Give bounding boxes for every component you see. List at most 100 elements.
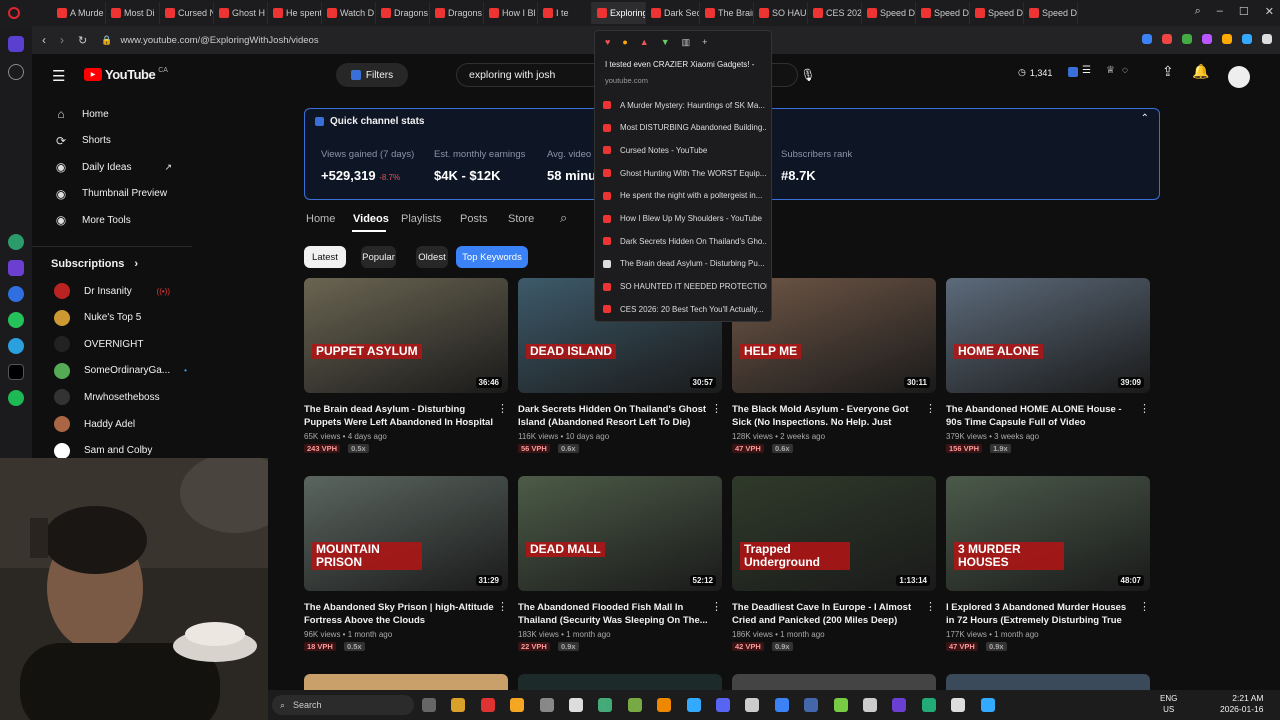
dropdown-tab-item[interactable]: A Murder Mystery: Hauntings of SK Ma... bbox=[603, 96, 767, 114]
dropdown-tab-item[interactable]: Most DISTURBING Abandoned Building... bbox=[603, 119, 767, 137]
tab-videos[interactable]: Videos bbox=[353, 213, 389, 225]
taskbar-app-icon[interactable] bbox=[627, 698, 642, 712]
taskbar-app-icon[interactable] bbox=[774, 698, 789, 712]
reload-icon[interactable]: ↻ bbox=[78, 34, 87, 47]
avatar[interactable] bbox=[1228, 66, 1250, 88]
close-window-icon[interactable]: ✕ bbox=[1265, 5, 1274, 18]
subscription-item[interactable]: Mrwhosetheboss bbox=[32, 384, 192, 410]
tool-icon[interactable] bbox=[1068, 67, 1078, 77]
more-options-icon[interactable]: ⋮ bbox=[1139, 402, 1150, 415]
taskbar-app-icon[interactable] bbox=[422, 698, 436, 712]
stat-counter[interactable]: ◷ 1,341 bbox=[1018, 67, 1052, 78]
more-options-icon[interactable]: ⋮ bbox=[711, 600, 722, 613]
extension-icon[interactable] bbox=[1182, 34, 1192, 44]
subscriptions-heading[interactable]: Subscriptions › bbox=[51, 258, 138, 270]
browser-tab[interactable]: Dragons bbox=[376, 2, 430, 24]
video-title[interactable]: The Deadliest Cave In Europe - I Almost … bbox=[732, 601, 936, 627]
video-card[interactable]: DEAD MALL 52:12 The Abandoned Flooded Fish… bbox=[518, 476, 722, 651]
taskbar-app-icon[interactable] bbox=[745, 698, 760, 712]
tab-playlists[interactable]: Playlists bbox=[401, 213, 441, 225]
taskbar-app-icon[interactable] bbox=[539, 698, 554, 712]
chat-icon[interactable]: ◌ bbox=[1122, 65, 1128, 76]
video-thumbnail[interactable]: MOUNTAIN PRISON 31:29 bbox=[304, 476, 508, 591]
sidebar-item-thumbnail-preview[interactable]: ◉ Thumbnail Preview bbox=[32, 181, 192, 207]
back-icon[interactable]: ‹ bbox=[42, 33, 46, 47]
chip-latest[interactable]: Latest bbox=[304, 246, 346, 268]
flame-icon[interactable]: ● bbox=[622, 37, 627, 48]
minimize-icon[interactable]: – bbox=[1217, 5, 1223, 18]
channel-search-icon[interactable]: ⌕ bbox=[560, 210, 567, 226]
url-field[interactable]: www.youtube.com/@ExploringWithJosh/video… bbox=[120, 35, 318, 46]
browser-tab[interactable]: CES 202 bbox=[808, 2, 862, 24]
taskbar-app-icon[interactable] bbox=[480, 698, 495, 712]
star-icon[interactable] bbox=[8, 64, 24, 80]
taskbar-app-icon[interactable] bbox=[833, 698, 848, 712]
taskbar-app-icon[interactable] bbox=[804, 698, 819, 712]
dropdown-tab-item[interactable]: The Brain dead Asylum - Disturbing Pu... bbox=[603, 255, 767, 273]
video-card[interactable]: PUPPET ASYLUM 36:46 The Brain dead Asylum … bbox=[304, 278, 508, 453]
taskbar-search[interactable]: ⌕ Search bbox=[272, 695, 414, 715]
video-card[interactable]: Trapped Underground 1:13:14 The Deadliest … bbox=[732, 476, 936, 651]
taskbar-app-icon[interactable] bbox=[892, 698, 907, 712]
subscription-item[interactable]: OVERNIGHT bbox=[32, 331, 192, 357]
sidebar-item-more-tools[interactable]: ◉ More Tools bbox=[32, 207, 192, 233]
taskbar-app-icon[interactable] bbox=[686, 698, 701, 712]
video-card[interactable]: HOME ALONE 39:09 The Abandoned HOME ALONE … bbox=[946, 278, 1150, 453]
more-options-icon[interactable]: ⋮ bbox=[711, 402, 722, 415]
video-card[interactable]: 3 MURDER HOUSES 48:07 I Explored 3 Abandon… bbox=[946, 476, 1150, 651]
more-options-icon[interactable]: ⋮ bbox=[925, 600, 936, 613]
more-options-icon[interactable]: ⋮ bbox=[925, 402, 936, 415]
video-thumbnail[interactable] bbox=[732, 674, 936, 690]
browser-tab[interactable]: Ghost H bbox=[214, 2, 268, 24]
clock[interactable]: 2:21 AM 2026-01-16 bbox=[1220, 693, 1263, 715]
video-thumbnail[interactable]: DEAD MALL 52:12 bbox=[518, 476, 722, 591]
extension-icon[interactable] bbox=[1142, 34, 1152, 44]
taskbar-app-icon[interactable] bbox=[951, 698, 966, 712]
language-indicator[interactable]: ENG US bbox=[1160, 693, 1177, 715]
video-thumbnail[interactable] bbox=[304, 674, 508, 690]
chip-oldest[interactable]: Oldest bbox=[416, 246, 448, 268]
subscription-item[interactable]: Haddy Adel bbox=[32, 411, 192, 437]
opera-home-icon[interactable] bbox=[8, 36, 24, 52]
browser-tab[interactable]: I te bbox=[538, 2, 592, 24]
add-icon[interactable]: + bbox=[702, 37, 707, 48]
maximize-icon[interactable]: ☐ bbox=[1239, 5, 1249, 18]
more-options-icon[interactable]: ⋮ bbox=[497, 600, 508, 613]
dropdown-tab-item[interactable]: Cursed Notes - YouTube bbox=[603, 141, 767, 159]
upload-icon[interactable]: ⇪ bbox=[1162, 63, 1174, 80]
browser-tab[interactable]: A Murde bbox=[52, 2, 106, 24]
dropdown-tab-item[interactable]: CES 2026: 20 Best Tech You'll Actually..… bbox=[603, 300, 767, 318]
video-title[interactable]: The Brain dead Asylum - Disturbing Puppe… bbox=[304, 403, 508, 429]
dropdown-tab-item[interactable]: SO HAUNTED IT NEEDED PROTECTION... bbox=[603, 278, 767, 296]
video-thumbnail[interactable] bbox=[518, 674, 722, 690]
taskbar-app-icon[interactable] bbox=[569, 698, 583, 712]
video-thumbnail[interactable]: Trapped Underground 1:13:14 bbox=[732, 476, 936, 591]
browser-tab[interactable]: Speed D bbox=[916, 2, 970, 24]
dropdown-tab-item[interactable]: He spent the night with a poltergeist in… bbox=[603, 187, 767, 205]
video-card[interactable]: MOUNTAIN PRISON 31:29 The Abandoned Sky Pr… bbox=[304, 476, 508, 651]
video-thumbnail[interactable]: HOME ALONE 39:09 bbox=[946, 278, 1150, 393]
taskbar-app-icon[interactable] bbox=[657, 698, 672, 712]
voice-search-icon[interactable]: 🎙 bbox=[794, 63, 822, 87]
extension-icon[interactable] bbox=[1262, 34, 1272, 44]
browser-tab[interactable]: He spent bbox=[268, 2, 322, 24]
taskbar-app-icon[interactable] bbox=[510, 698, 525, 712]
browser-tab[interactable]: How I Bl bbox=[484, 2, 538, 24]
spotify-icon[interactable] bbox=[8, 390, 24, 406]
chip-top-keywords[interactable]: Top Keywords bbox=[456, 246, 528, 268]
warning-icon[interactable]: ▲ bbox=[640, 37, 649, 48]
split-icon[interactable]: ▥ bbox=[682, 37, 691, 48]
video-thumbnail[interactable]: 3 MURDER HOUSES 48:07 bbox=[946, 476, 1150, 591]
video-title[interactable]: The Abandoned Flooded Fish Mall In Thail… bbox=[518, 601, 722, 627]
filters-button[interactable]: Filters bbox=[336, 63, 408, 87]
taskbar-app-icon[interactable] bbox=[598, 698, 613, 712]
browser-tab[interactable]: Dragons bbox=[430, 2, 484, 24]
video-title[interactable]: The Abandoned HOME ALONE House - 90s Tim… bbox=[946, 403, 1150, 429]
video-thumbnail[interactable]: PUPPET ASYLUM 36:46 bbox=[304, 278, 508, 393]
tab-home[interactable]: Home bbox=[306, 213, 335, 225]
browser-tab[interactable]: Dark Sec bbox=[646, 2, 700, 24]
browser-tab[interactable]: Speed D bbox=[970, 2, 1024, 24]
youtube-logo[interactable]: ▶ YouTube CA bbox=[84, 67, 168, 82]
list-icon[interactable]: ☰ bbox=[1082, 65, 1091, 76]
video-title[interactable]: The Black Mold Asylum - Everyone Got Sic… bbox=[732, 403, 936, 429]
